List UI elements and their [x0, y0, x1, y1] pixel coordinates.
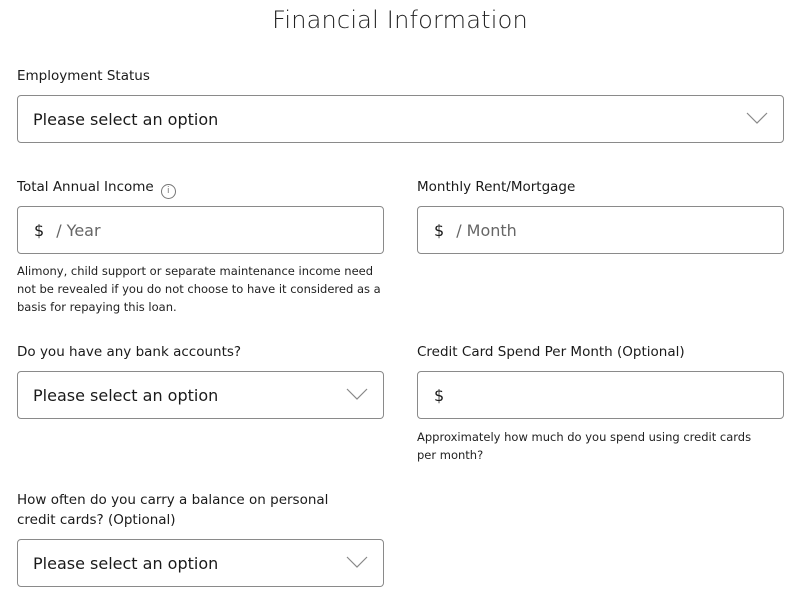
- annual-income-input[interactable]: $ / Year: [17, 206, 384, 254]
- employment-status-select[interactable]: Please select an option: [17, 95, 784, 143]
- credit-card-spend-currency: $: [434, 385, 445, 405]
- annual-income-label-text: Total Annual Income: [17, 179, 154, 195]
- credit-card-spend-help-text: Approximately how much do you spend usin…: [417, 430, 752, 462]
- annual-income-currency: $: [34, 220, 45, 240]
- chevron-down-icon: [346, 388, 368, 400]
- bank-accounts-select[interactable]: Please select an option: [17, 371, 384, 419]
- rent-mortgage-input[interactable]: $ / Month: [417, 206, 784, 254]
- annual-income-label: Total Annual Income i: [17, 178, 176, 199]
- carry-balance-select[interactable]: Please select an option: [17, 539, 384, 587]
- credit-card-spend-label: Credit Card Spend Per Month (Optional): [417, 344, 685, 360]
- annual-income-help-text: Alimony, child support or separate maint…: [17, 264, 381, 314]
- credit-card-spend-input[interactable]: $: [417, 371, 784, 419]
- carry-balance-value: Please select an option: [33, 553, 219, 573]
- chevron-down-icon: [746, 112, 768, 124]
- bank-accounts-value: Please select an option: [33, 385, 219, 405]
- rent-mortgage-currency: $: [434, 220, 445, 240]
- employment-status-label: Employment Status: [17, 68, 150, 84]
- bank-accounts-label: Do you have any bank accounts?: [17, 344, 242, 360]
- rent-mortgage-placeholder: / Month: [456, 220, 517, 240]
- annual-income-placeholder: / Year: [56, 220, 101, 240]
- rent-mortgage-label: Monthly Rent/Mortgage: [417, 179, 576, 195]
- employment-status-value: Please select an option: [33, 109, 219, 129]
- info-icon[interactable]: i: [160, 184, 176, 199]
- chevron-down-icon: [346, 556, 368, 568]
- carry-balance-label: How often do you carry a balance on pers…: [17, 492, 329, 528]
- page-title: Financial Information: [272, 6, 528, 34]
